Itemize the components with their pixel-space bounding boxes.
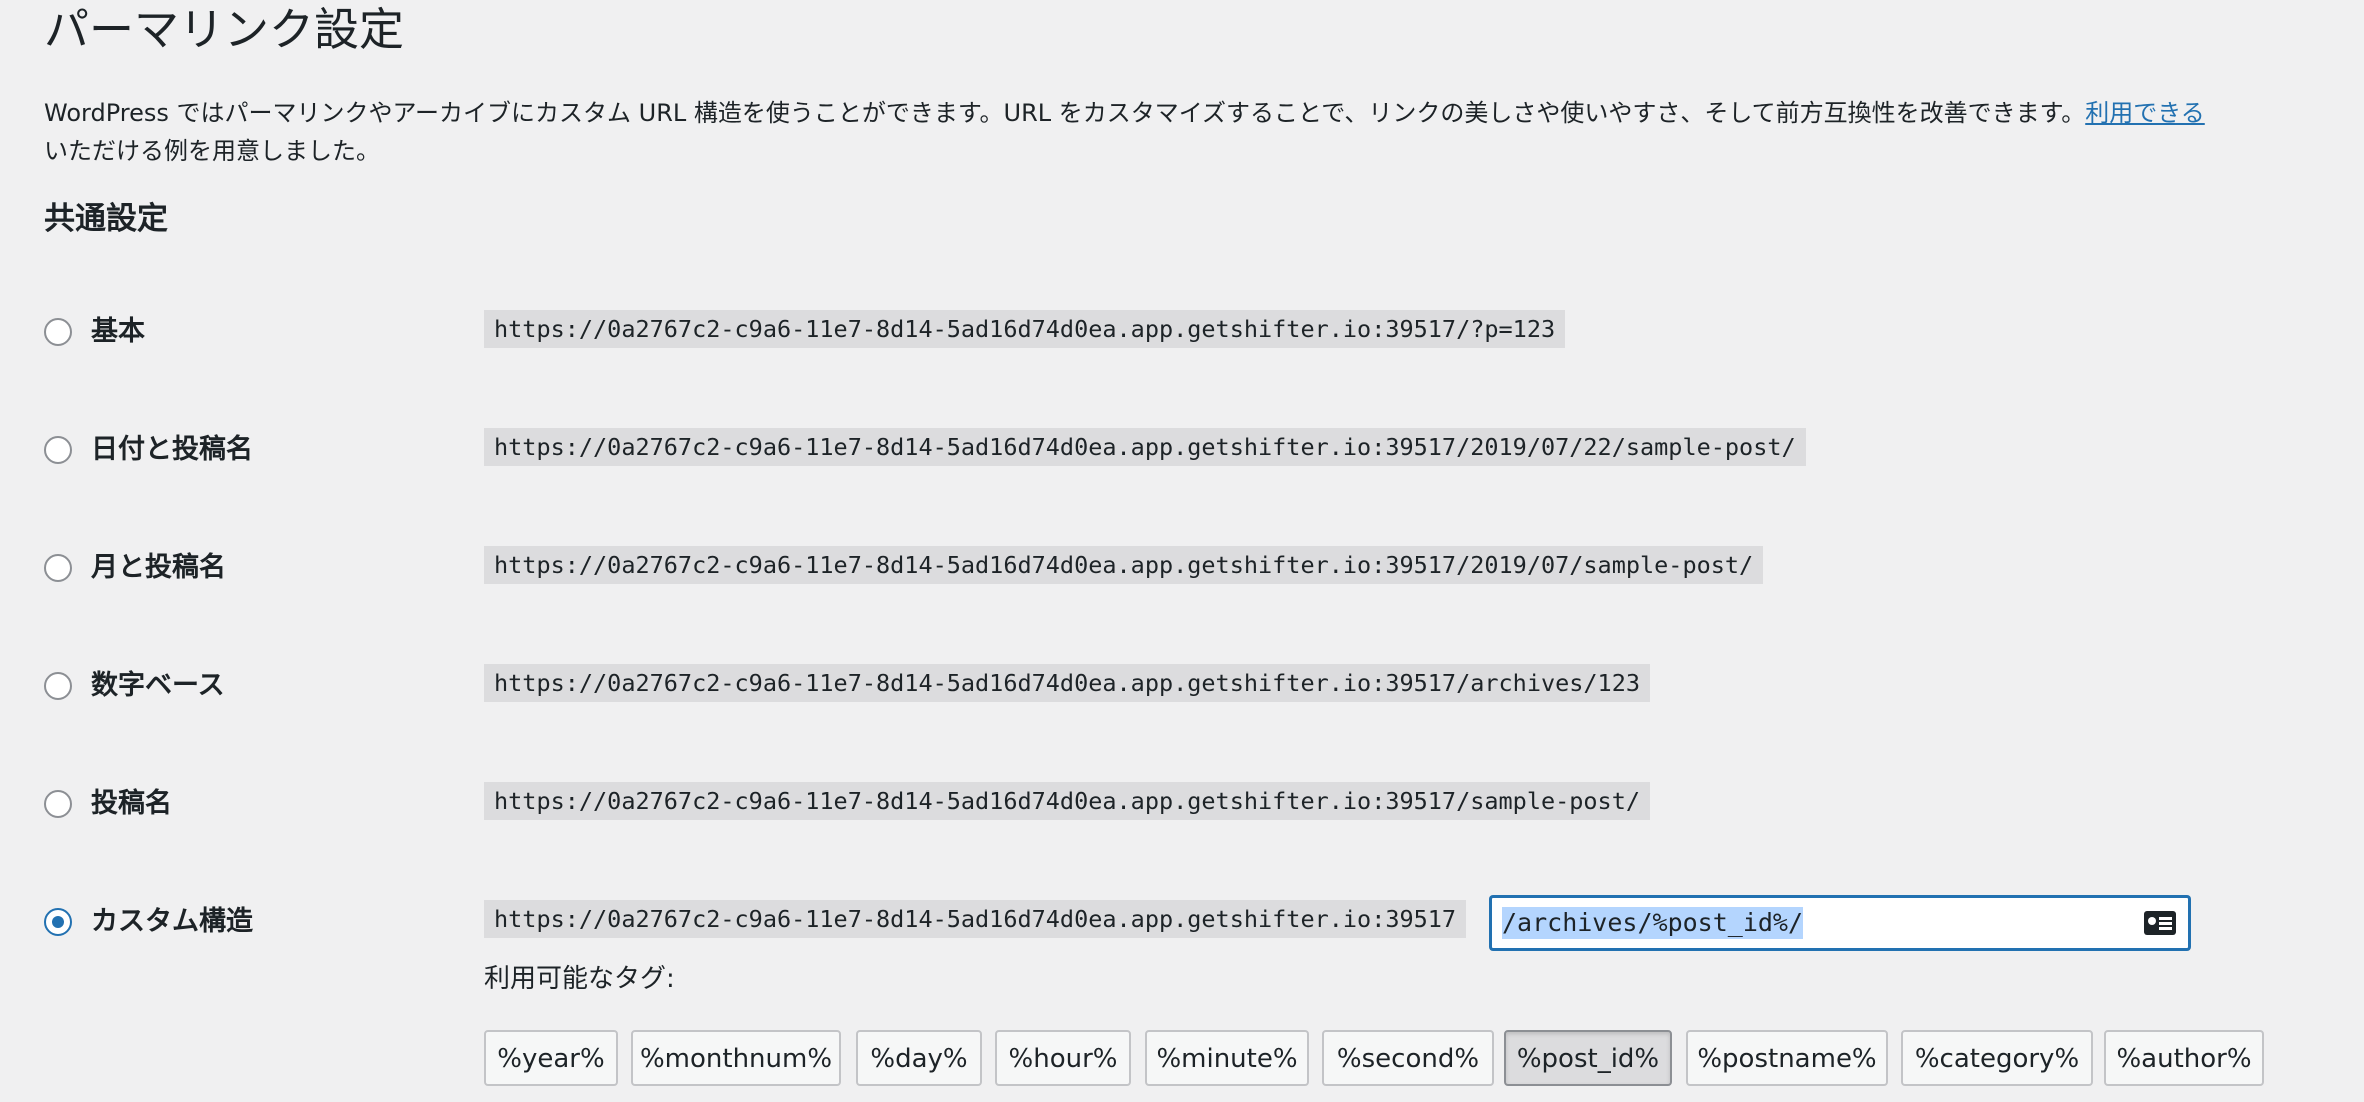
custom-structure-input[interactable]: /archives/%post_id%/ [1490, 896, 2190, 950]
page-title: パーマリンク設定 [44, 3, 405, 56]
custom-structure-value[interactable]: /archives/%post_id%/ [1502, 907, 1804, 939]
tag-button-year[interactable]: %year% [484, 1030, 618, 1086]
option-label-numeric[interactable]: 数字ベース [91, 664, 225, 708]
permalink-option-day-name[interactable]: 日付と投稿名 https://0a2767c2-c9a6-11e7-8d14-5… [44, 420, 2344, 480]
option-label-month-name[interactable]: 月と投稿名 [91, 546, 226, 590]
permalink-option-plain[interactable]: 基本 https://0a2767c2-c9a6-11e7-8d14-5ad16… [44, 302, 2344, 362]
radio-post-name[interactable] [44, 790, 72, 818]
permalink-option-month-name[interactable]: 月と投稿名 https://0a2767c2-c9a6-11e7-8d14-5a… [44, 538, 2344, 598]
option-url-post-name: https://0a2767c2-c9a6-11e7-8d14-5ad16d74… [484, 782, 1651, 820]
intro-link[interactable]: 利用できる [2085, 99, 2205, 127]
tag-button-post-id[interactable]: %post_id% [1504, 1030, 1672, 1086]
contact-card-icon[interactable] [2144, 911, 2176, 935]
tag-button-day[interactable]: %day% [856, 1030, 982, 1086]
tag-button-monthnum[interactable]: %monthnum% [631, 1030, 841, 1086]
option-label-day-name[interactable]: 日付と投稿名 [91, 428, 253, 472]
intro-text-line2: いただける例を用意しました。 [44, 137, 380, 165]
option-label-post-name[interactable]: 投稿名 [91, 782, 172, 826]
tag-button-category[interactable]: %category% [1901, 1030, 2093, 1086]
tag-button-postname[interactable]: %postname% [1686, 1030, 1888, 1086]
radio-custom[interactable] [44, 908, 72, 936]
radio-plain[interactable] [44, 318, 72, 346]
tag-button-author[interactable]: %author% [2104, 1030, 2264, 1086]
tag-button-hour[interactable]: %hour% [995, 1030, 1131, 1086]
tag-button-second[interactable]: %second% [1322, 1030, 1494, 1086]
radio-month-name[interactable] [44, 554, 72, 582]
tag-button-minute[interactable]: %minute% [1145, 1030, 1309, 1086]
option-url-numeric: https://0a2767c2-c9a6-11e7-8d14-5ad16d74… [484, 664, 1651, 702]
option-label-plain[interactable]: 基本 [91, 310, 145, 354]
option-url-month-name: https://0a2767c2-c9a6-11e7-8d14-5ad16d74… [484, 546, 1764, 584]
permalink-option-numeric[interactable]: 数字ベース https://0a2767c2-c9a6-11e7-8d14-5a… [44, 656, 2344, 716]
section-title-common: 共通設定 [44, 201, 168, 237]
option-url-day-name: https://0a2767c2-c9a6-11e7-8d14-5ad16d74… [484, 428, 1806, 466]
radio-day-name[interactable] [44, 436, 72, 464]
intro-text-main: WordPress ではパーマリンクやアーカイブにカスタム URL 構造を使うこ… [44, 99, 2086, 127]
intro-text: WordPress ではパーマリンクやアーカイブにカスタム URL 構造を使うこ… [44, 94, 2364, 170]
option-url-custom-base: https://0a2767c2-c9a6-11e7-8d14-5ad16d74… [484, 900, 1467, 938]
permalink-option-post-name[interactable]: 投稿名 https://0a2767c2-c9a6-11e7-8d14-5ad1… [44, 774, 2344, 834]
option-url-plain: https://0a2767c2-c9a6-11e7-8d14-5ad16d74… [484, 310, 1566, 348]
radio-numeric[interactable] [44, 672, 72, 700]
option-label-custom[interactable]: カスタム構造 [91, 900, 253, 944]
available-tags-label: 利用可能なタグ: [484, 964, 675, 994]
